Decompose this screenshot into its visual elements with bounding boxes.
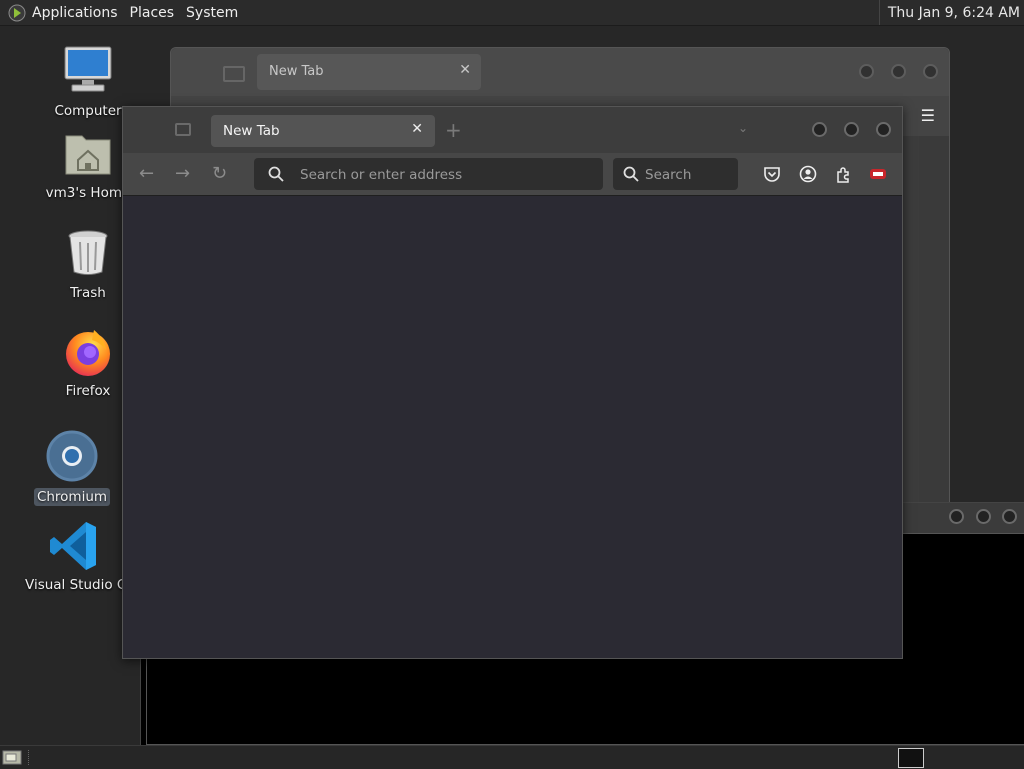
maximize-button[interactable] (976, 509, 991, 524)
close-window-button[interactable] (923, 64, 938, 79)
desktop-icon-label: Firefox (65, 383, 111, 399)
sidebar-icon[interactable] (223, 66, 245, 82)
search-icon (268, 166, 284, 182)
workspace-switcher[interactable] (898, 748, 924, 768)
search-icon (623, 166, 639, 182)
tab-new-tab[interactable]: New Tab ✕ (211, 115, 435, 147)
desktop-icon-label: Computer (54, 103, 122, 119)
background-side-area (919, 136, 949, 508)
maximize-button[interactable] (844, 122, 859, 137)
browser-window[interactable]: New Tab ✕ + ⌄ ← → ↻ (122, 106, 903, 659)
tab-title: New Tab (269, 64, 324, 79)
minimize-button[interactable] (949, 509, 964, 524)
background-tab-bar: New Tab ✕ (171, 48, 949, 96)
minimize-button[interactable] (859, 64, 874, 79)
sidebar-icon[interactable] (175, 123, 191, 136)
desktop-icon-label: Chromium (33, 488, 111, 506)
black-window-titlebar (901, 503, 1024, 533)
tab-title: New Tab (223, 123, 280, 139)
address-bar[interactable] (254, 158, 603, 192)
desktop-icon-label: Visual Studio Code (25, 577, 126, 593)
page-content-area[interactable] (123, 196, 902, 658)
chromium-icon (44, 430, 100, 486)
background-tab[interactable]: New Tab ✕ (257, 54, 481, 90)
close-icon[interactable]: ✕ (411, 121, 423, 137)
applications-menu[interactable]: Applications (26, 5, 124, 21)
desktop-icon-vscode[interactable]: Visual Studio Code (22, 518, 126, 594)
close-window-button[interactable] (876, 122, 891, 137)
firefox-icon (60, 324, 116, 380)
tab-bar: New Tab ✕ + ⌄ (123, 107, 902, 153)
account-icon[interactable] (799, 165, 817, 183)
pocket-icon[interactable] (763, 165, 781, 183)
desktop-icon-chromium[interactable]: Chromium (22, 430, 122, 506)
bottom-panel (0, 745, 1024, 769)
system-menu[interactable]: System (180, 5, 244, 21)
maximize-button[interactable] (891, 64, 906, 79)
menu-icon[interactable]: ☰ (921, 106, 935, 125)
computer-icon (60, 44, 116, 100)
search-input[interactable] (643, 158, 737, 192)
places-menu[interactable]: Places (124, 5, 181, 21)
adblock-extension-icon[interactable] (869, 165, 887, 183)
vscode-icon (46, 518, 102, 574)
tab-list-chevron-icon[interactable]: ⌄ (738, 121, 748, 135)
applications-logo-icon[interactable] (8, 4, 26, 22)
extensions-icon[interactable] (835, 165, 853, 183)
reload-icon[interactable]: ↻ (212, 163, 227, 184)
close-icon[interactable]: ✕ (459, 62, 471, 78)
address-input[interactable] (298, 158, 582, 192)
close-window-button[interactable] (1002, 509, 1017, 524)
top-panel: Applications Places System Thu Jan 9, 6:… (0, 0, 1024, 26)
navigation-toolbar: ← → ↻ (123, 153, 902, 196)
desktop-icon-label: vm3's Home (45, 185, 131, 201)
show-desktop-icon[interactable] (2, 749, 22, 765)
desktop-icon-label: Trash (70, 285, 106, 301)
clock[interactable]: Thu Jan 9, 6:24 AM (878, 0, 1020, 25)
search-box[interactable] (613, 158, 738, 192)
panel-handle (28, 750, 31, 765)
minimize-button[interactable] (812, 122, 827, 137)
trash-icon (60, 226, 116, 282)
new-tab-button[interactable]: + (445, 118, 462, 142)
back-arrow-icon[interactable]: ← (139, 163, 154, 184)
forward-arrow-icon[interactable]: → (175, 163, 190, 184)
home-folder-icon (60, 126, 116, 182)
